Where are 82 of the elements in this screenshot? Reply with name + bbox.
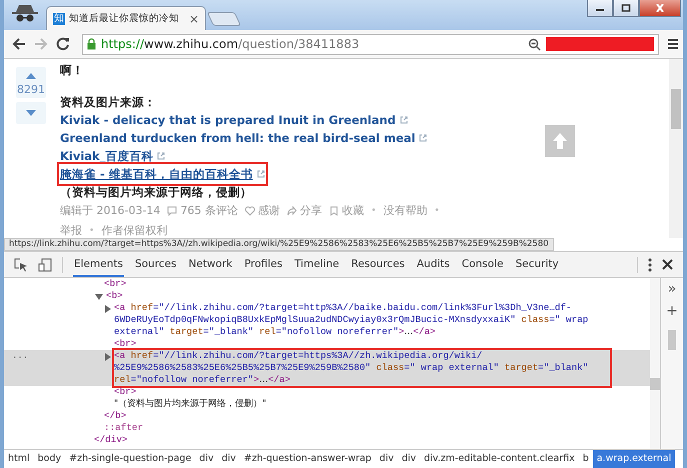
dom-node-text[interactable]: <a href="//link.zhihu.com/?target=https%3A//zh.wikipedia.org/wiki/ %25E9%2586%2583%25E6%25B5%25B7%25E9%259B%2580" class=" wrap external" target="_blank" rel="nofollow noreferrer">…</a> (114, 350, 610, 386)
external-link-icon (256, 170, 265, 178)
triangle-up-icon (26, 73, 36, 79)
back-icon[interactable] (12, 37, 26, 51)
external-link-icon (400, 116, 408, 124)
close-icon (655, 4, 665, 12)
dom-close-tag[interactable]: </div> (94, 434, 128, 446)
maximize-button[interactable] (613, 0, 639, 17)
breadcrumb-item[interactable]: body (34, 450, 66, 468)
devtools-tab[interactable]: Security (514, 252, 560, 276)
devtools-tab[interactable]: Elements (73, 252, 124, 276)
close-button[interactable] (639, 0, 681, 17)
bookmark-icon (328, 206, 339, 216)
tab-title: 知道后最让你震惊的冷知 (69, 12, 180, 25)
devtools-tab[interactable]: Sources (134, 252, 178, 276)
share-icon (286, 206, 297, 216)
source-link[interactable]: Greenland turducken from hell: the real bird-seal meal (60, 129, 428, 147)
arrow-up-icon (553, 133, 567, 149)
comment-icon (167, 206, 178, 216)
devtools-tab[interactable]: Console (460, 252, 504, 276)
dom-node-text[interactable]: <br> (114, 338, 136, 350)
breadcrumb-item[interactable]: div (398, 450, 420, 468)
minimize-button[interactable] (587, 0, 613, 17)
breadcrumb-item[interactable]: a.wrap.external (592, 450, 676, 468)
breadcrumb-item[interactable]: html (4, 450, 34, 468)
site-favicon: 知 (53, 12, 65, 24)
scrollbar-thumb[interactable] (650, 378, 660, 390)
sources-heading: 资料及图片来源： (60, 94, 157, 111)
tab-close-button[interactable]: × (188, 12, 199, 26)
address-field[interactable]: https://www.zhihu.com/question/38411883 (82, 34, 659, 54)
downvote-button[interactable] (16, 102, 46, 124)
dom-close-tag[interactable]: </b> (104, 410, 126, 422)
source-link[interactable]: 腌海雀 - 维基百科，自由的百科全书 (60, 165, 265, 183)
scrollbar-thumb[interactable] (668, 330, 676, 350)
inspect-icon[interactable] (14, 258, 28, 272)
external-link-icon (419, 134, 428, 142)
browser-tab[interactable]: 知 知道后最让你震惊的冷知 × (46, 6, 206, 30)
dom-node-text[interactable]: <br> (114, 386, 136, 398)
expand-triangle-icon[interactable] (105, 353, 111, 361)
device-mode-icon[interactable] (38, 258, 52, 272)
menu-icon[interactable] (667, 38, 679, 50)
breadcrumb-item[interactable]: div (218, 450, 240, 468)
dom-node-text[interactable]: <b> (106, 290, 123, 302)
breadcrumb-item[interactable]: b (578, 450, 593, 468)
dom-node-text[interactable]: <br> (104, 278, 126, 290)
source-link[interactable]: Kiviak_百度百科 (60, 147, 166, 165)
breadcrumb-item[interactable]: #zh-question-answer-wrap (240, 450, 376, 468)
sidebar-button[interactable]: » (668, 278, 676, 300)
separator-dot: • (370, 205, 376, 218)
meta-text: 编辑于 2016-03-14 (60, 203, 160, 219)
dom-node-text[interactable]: ::after (104, 422, 144, 434)
expand-triangle-icon[interactable] (105, 305, 111, 313)
external-link-icon (157, 152, 166, 160)
separator-dot: • (434, 205, 440, 218)
answer-text: 啊！ (60, 62, 85, 79)
dom-node-text[interactable]: <a href="//link.zhihu.com/?target=http%3A//baike.baidu.com/link%3Furl%3Dh_V3ne…df-6WDeRUyEoTdp0qFNwkopiqB8UxkEpMglSuua2udNDCwyiay0x3rQmJBucic-MXnsdyxxaiK" class=" wrap external" target="_blank" rel="nofollow noreferrer">…</a> (114, 302, 610, 338)
devtools-tab[interactable]: Timeline (293, 252, 340, 276)
devtools-tab[interactable]: Resources (350, 252, 406, 276)
gutter-dots[interactable]: ... (12, 350, 28, 362)
separator-dot: • (89, 225, 94, 238)
sidebar-button[interactable]: + (666, 300, 678, 322)
close-icon[interactable] (662, 259, 673, 270)
breadcrumb-item[interactable]: div.zm-editable-content.clearfix (420, 450, 579, 468)
devtools-tab[interactable]: Audits (416, 252, 451, 276)
maximize-icon (621, 4, 631, 12)
zoom-out-icon[interactable] (528, 38, 541, 50)
collapse-triangle-icon[interactable] (95, 294, 103, 300)
heart-icon (244, 206, 255, 216)
status-url: https://link.zhihu.com/?target=https%3A//zh.wikipedia.org/wiki/%25E9%2586%2583%25E6%25B5%25B7%25E9%259B%2580 (4, 238, 554, 251)
reload-icon[interactable] (56, 37, 70, 51)
lock-icon (87, 38, 96, 50)
more-options-icon[interactable] (648, 258, 652, 272)
scrollbar-thumb[interactable] (671, 89, 681, 129)
devtools-tab[interactable]: Profiles (243, 252, 284, 276)
devtools-tab[interactable]: Network (188, 252, 234, 276)
breadcrumb-item[interactable]: div (375, 450, 398, 468)
source-link[interactable]: Kiviak - delicacy that is prepared Inuit in Greenland (60, 111, 408, 129)
dom-node-text[interactable]: "（资料与图片均来源于网络，侵删）" (114, 398, 266, 410)
breadcrumb-item[interactable]: div (195, 450, 218, 468)
answer-text: （资料与图片均来源于网络，侵删） (60, 184, 253, 201)
breadcrumb-item[interactable]: #zh-single-question-page (65, 450, 196, 468)
triangle-down-icon (26, 110, 36, 116)
